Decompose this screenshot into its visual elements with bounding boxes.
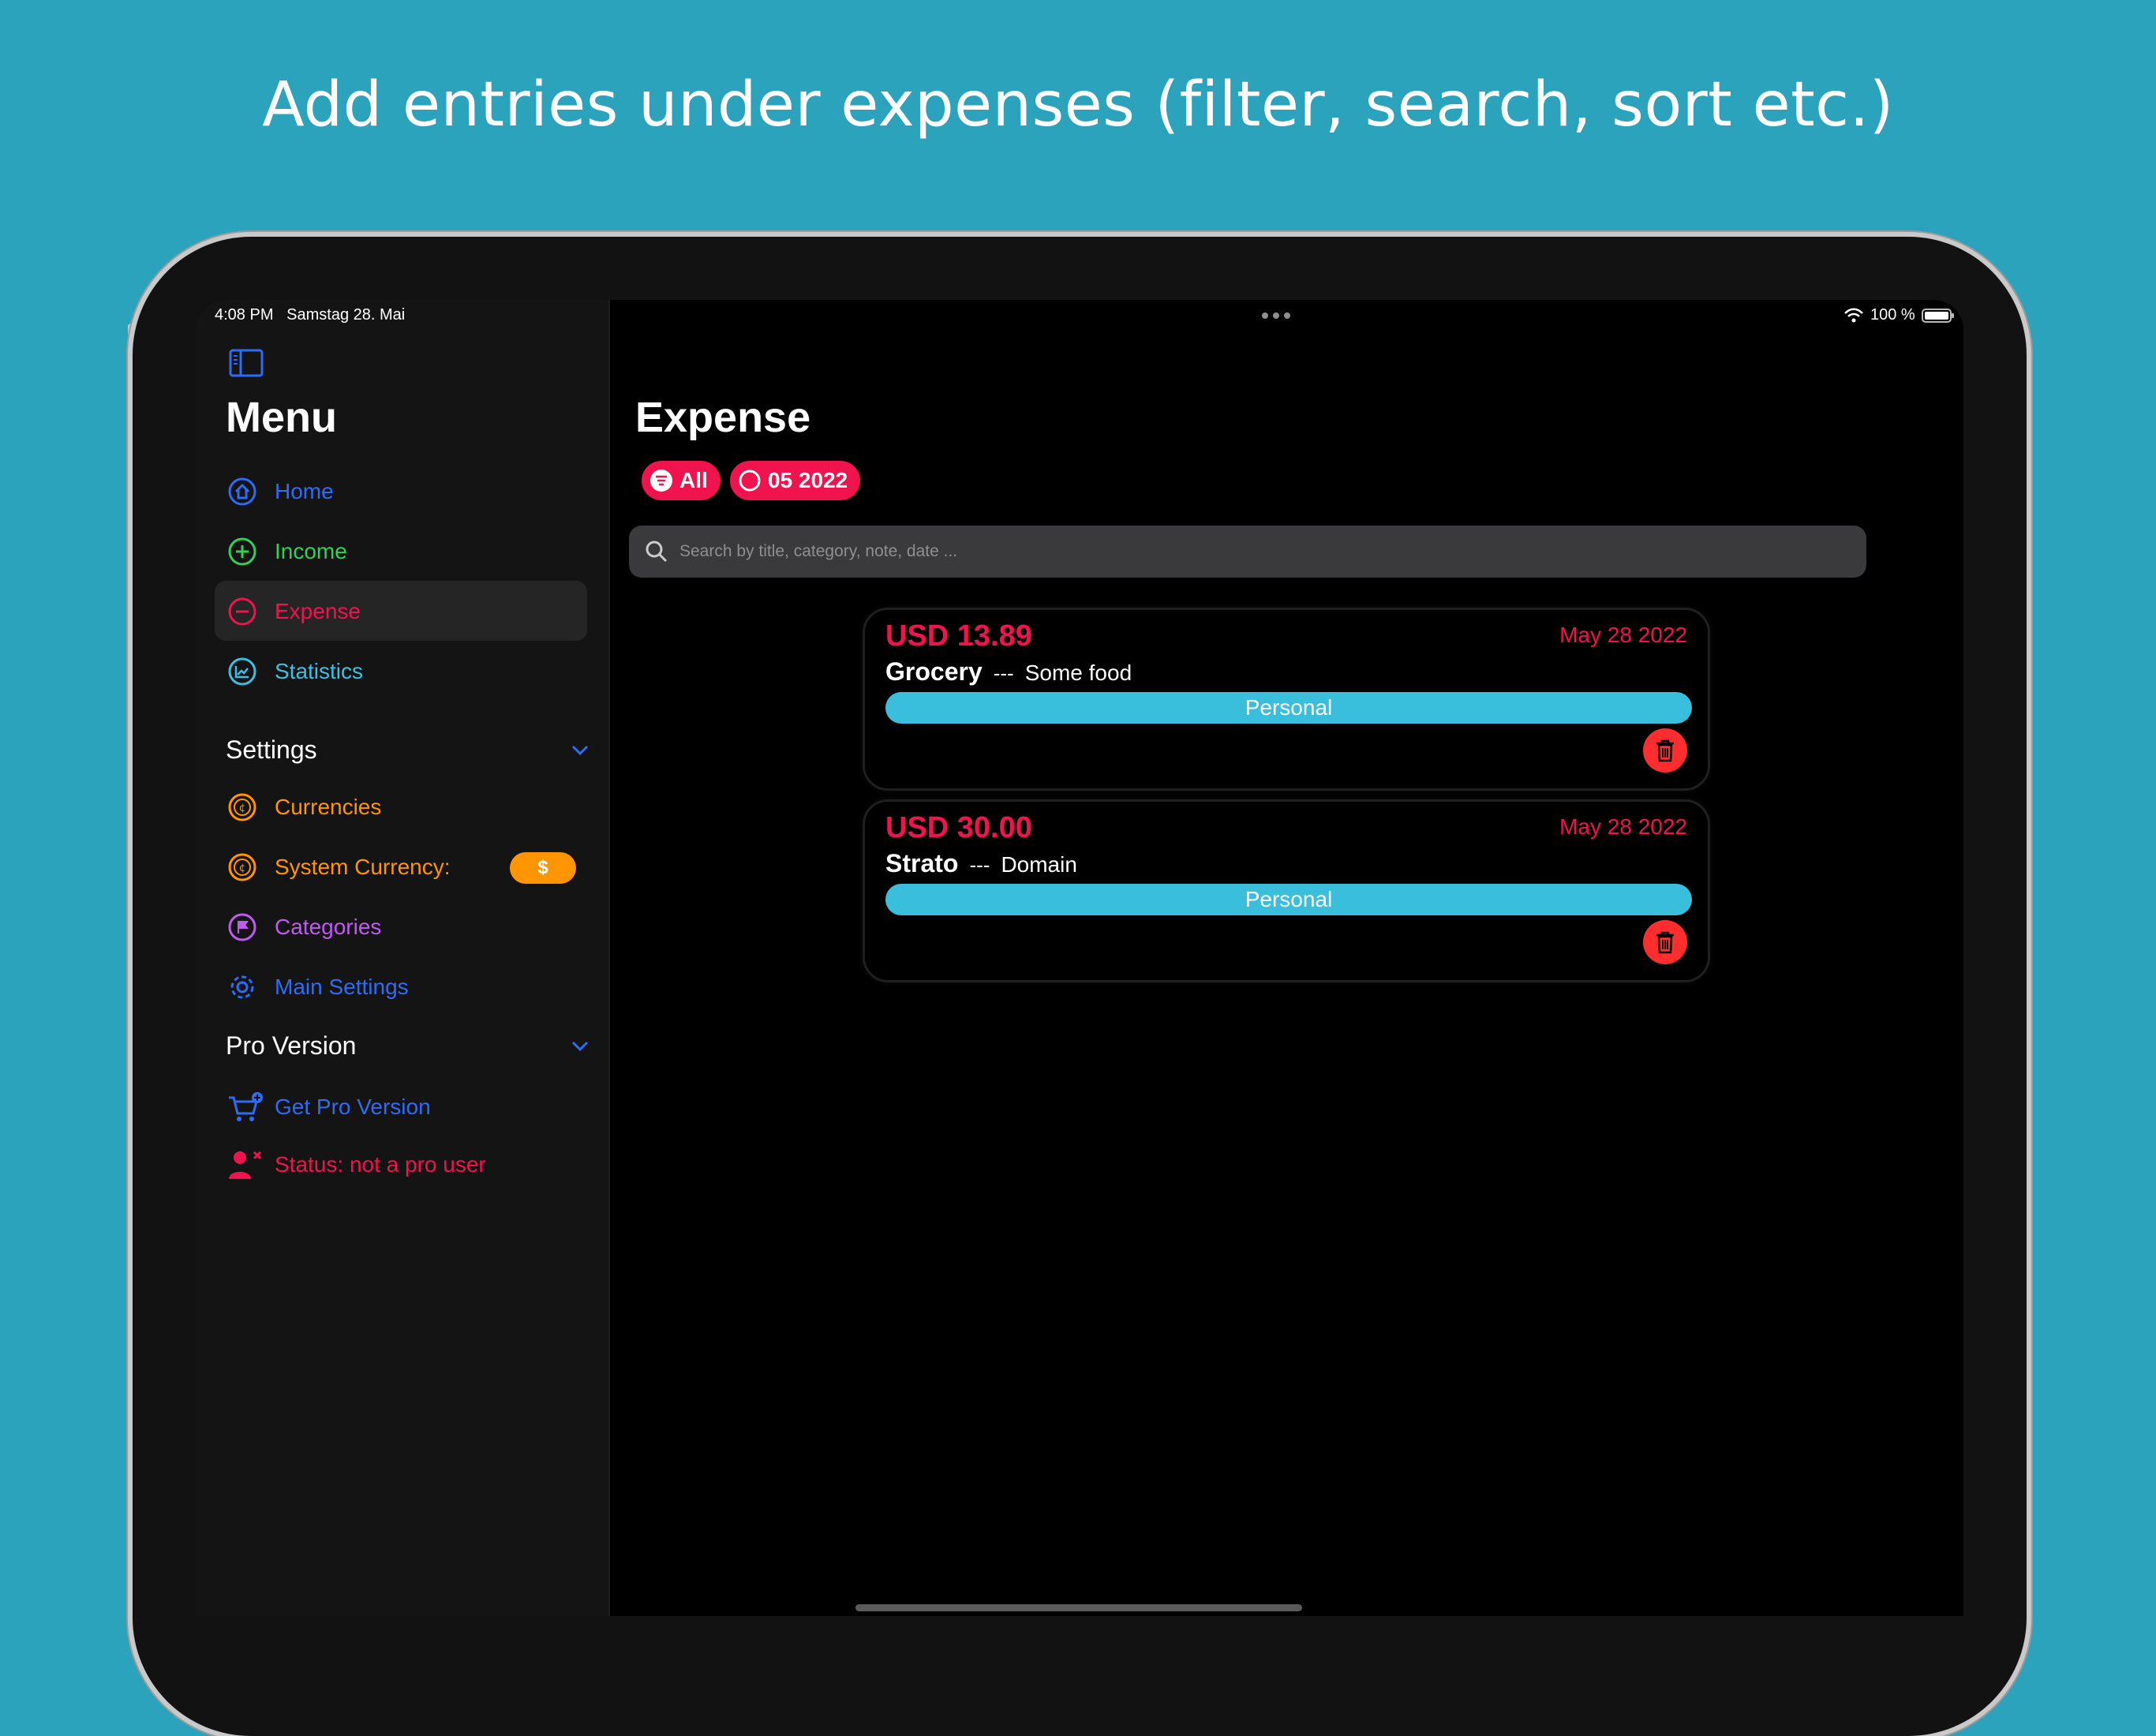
delete-entry-button[interactable] (1643, 728, 1687, 773)
circle-icon (738, 469, 762, 492)
svg-text:¢: ¢ (239, 803, 245, 814)
marketing-headline: Add entries under expenses (filter, sear… (262, 69, 1894, 140)
system-currency-badge[interactable]: $ (510, 852, 576, 884)
search-icon (645, 540, 668, 563)
gear-icon (227, 972, 257, 1002)
nav-item-pro-status: Status: not a pro user (227, 1141, 486, 1188)
entry-note: Some food (1024, 660, 1132, 685)
battery-percent: 100 % (1870, 306, 1915, 324)
nav-label: Main Settings (275, 975, 409, 999)
nav-label: Expense (275, 599, 361, 623)
page-title: Expense (635, 394, 811, 441)
chip-label: All (679, 468, 708, 492)
minus-circle-icon (227, 597, 257, 627)
plus-circle-icon (227, 537, 257, 567)
status-indicators: 100 % (1843, 306, 1955, 324)
nav-item-currencies[interactable]: ¢ Currencies (227, 784, 381, 831)
entry-separator: --- (993, 661, 1014, 685)
nav-label: Statistics (275, 659, 364, 683)
pro-section-header[interactable]: Pro Version (226, 1031, 589, 1061)
date-filter-chip[interactable]: 05 2022 (730, 461, 861, 500)
nav-label: Income (275, 539, 347, 563)
chevron-down-icon (571, 1041, 589, 1052)
entry-separator: --- (969, 853, 990, 877)
entry-note: Domain (1001, 852, 1077, 877)
filter-icon (649, 469, 673, 492)
battery-icon (1921, 308, 1955, 324)
nav-label: Get Pro Version (275, 1094, 431, 1119)
nav-label: Home (275, 479, 334, 503)
nav-item-get-pro[interactable]: Get Pro Version (227, 1083, 431, 1131)
nav-item-statistics[interactable]: Statistics (227, 648, 363, 695)
trash-icon (1654, 930, 1676, 954)
search-bar[interactable] (629, 526, 1866, 578)
search-input[interactable] (678, 541, 1786, 562)
entry-title-line: Grocery --- Some food (885, 657, 1132, 687)
cart-icon (227, 1091, 264, 1123)
sidebar-toggle-icon[interactable] (229, 349, 264, 377)
entry-title: Strato (885, 849, 959, 877)
flag-icon (227, 912, 257, 942)
status-time-date: 4:08 PM Samstag 28. Mai (215, 306, 405, 324)
nav-item-home[interactable]: Home (227, 468, 334, 515)
nav-label: Categories (275, 915, 382, 939)
nav-item-income[interactable]: Income (227, 528, 347, 575)
expense-entry-card[interactable]: USD 13.89 May 28 2022 Grocery --- Some f… (863, 608, 1710, 791)
entry-title-line: Strato --- Domain (885, 849, 1077, 878)
multitasking-dots-icon[interactable] (1260, 311, 1292, 320)
nav-item-expense[interactable]: Expense (227, 588, 361, 635)
chevron-down-icon (571, 745, 589, 756)
entry-date: May 28 2022 (1559, 623, 1687, 647)
sidebar: 4:08 PM Samstag 28. Mai Menu Home Income… (196, 300, 610, 1616)
entry-category: Personal (885, 692, 1692, 724)
currency-icon: ¢ (227, 852, 257, 882)
currency-icon: ¢ (227, 792, 257, 822)
entry-date: May 28 2022 (1559, 814, 1687, 839)
settings-title: Settings (226, 735, 317, 764)
svg-text:¢: ¢ (239, 862, 245, 874)
main-content: 100 % Expense All 05 2022 Search by titl… (610, 300, 1963, 1616)
entry-amount: USD 30.00 (885, 811, 1032, 844)
status-time: 4:08 PM (215, 306, 274, 324)
entry-title: Grocery (885, 657, 983, 686)
nav-label: Currencies (275, 795, 382, 819)
entry-amount: USD 13.89 (885, 619, 1032, 653)
chip-label: 05 2022 (768, 468, 848, 492)
nav-label: System Currency: (275, 855, 451, 879)
status-date: Samstag 28. Mai (286, 306, 406, 324)
home-indicator[interactable] (855, 1604, 1302, 1611)
delete-entry-button[interactable] (1643, 920, 1687, 964)
pro-title: Pro Version (226, 1031, 357, 1060)
person-x-icon (227, 1149, 264, 1180)
chart-icon (227, 657, 257, 687)
trash-icon (1654, 739, 1676, 762)
filter-all-chip[interactable]: All (642, 461, 721, 500)
ipad-screen: 4:08 PM Samstag 28. Mai Menu Home Income… (196, 300, 1963, 1616)
nav-label: Status: not a pro user (275, 1152, 486, 1177)
house-icon (227, 477, 257, 507)
entry-category: Personal (885, 884, 1692, 915)
settings-section-header[interactable]: Settings (226, 735, 589, 765)
nav-item-main-settings[interactable]: Main Settings (227, 963, 409, 1011)
wifi-icon (1843, 308, 1864, 324)
menu-title: Menu (226, 394, 337, 441)
nav-item-categories[interactable]: Categories (227, 904, 381, 951)
expense-entry-card[interactable]: USD 30.00 May 28 2022 Strato --- Domain … (863, 799, 1710, 982)
nav-item-system-currency[interactable]: ¢ System Currency: (227, 844, 451, 891)
